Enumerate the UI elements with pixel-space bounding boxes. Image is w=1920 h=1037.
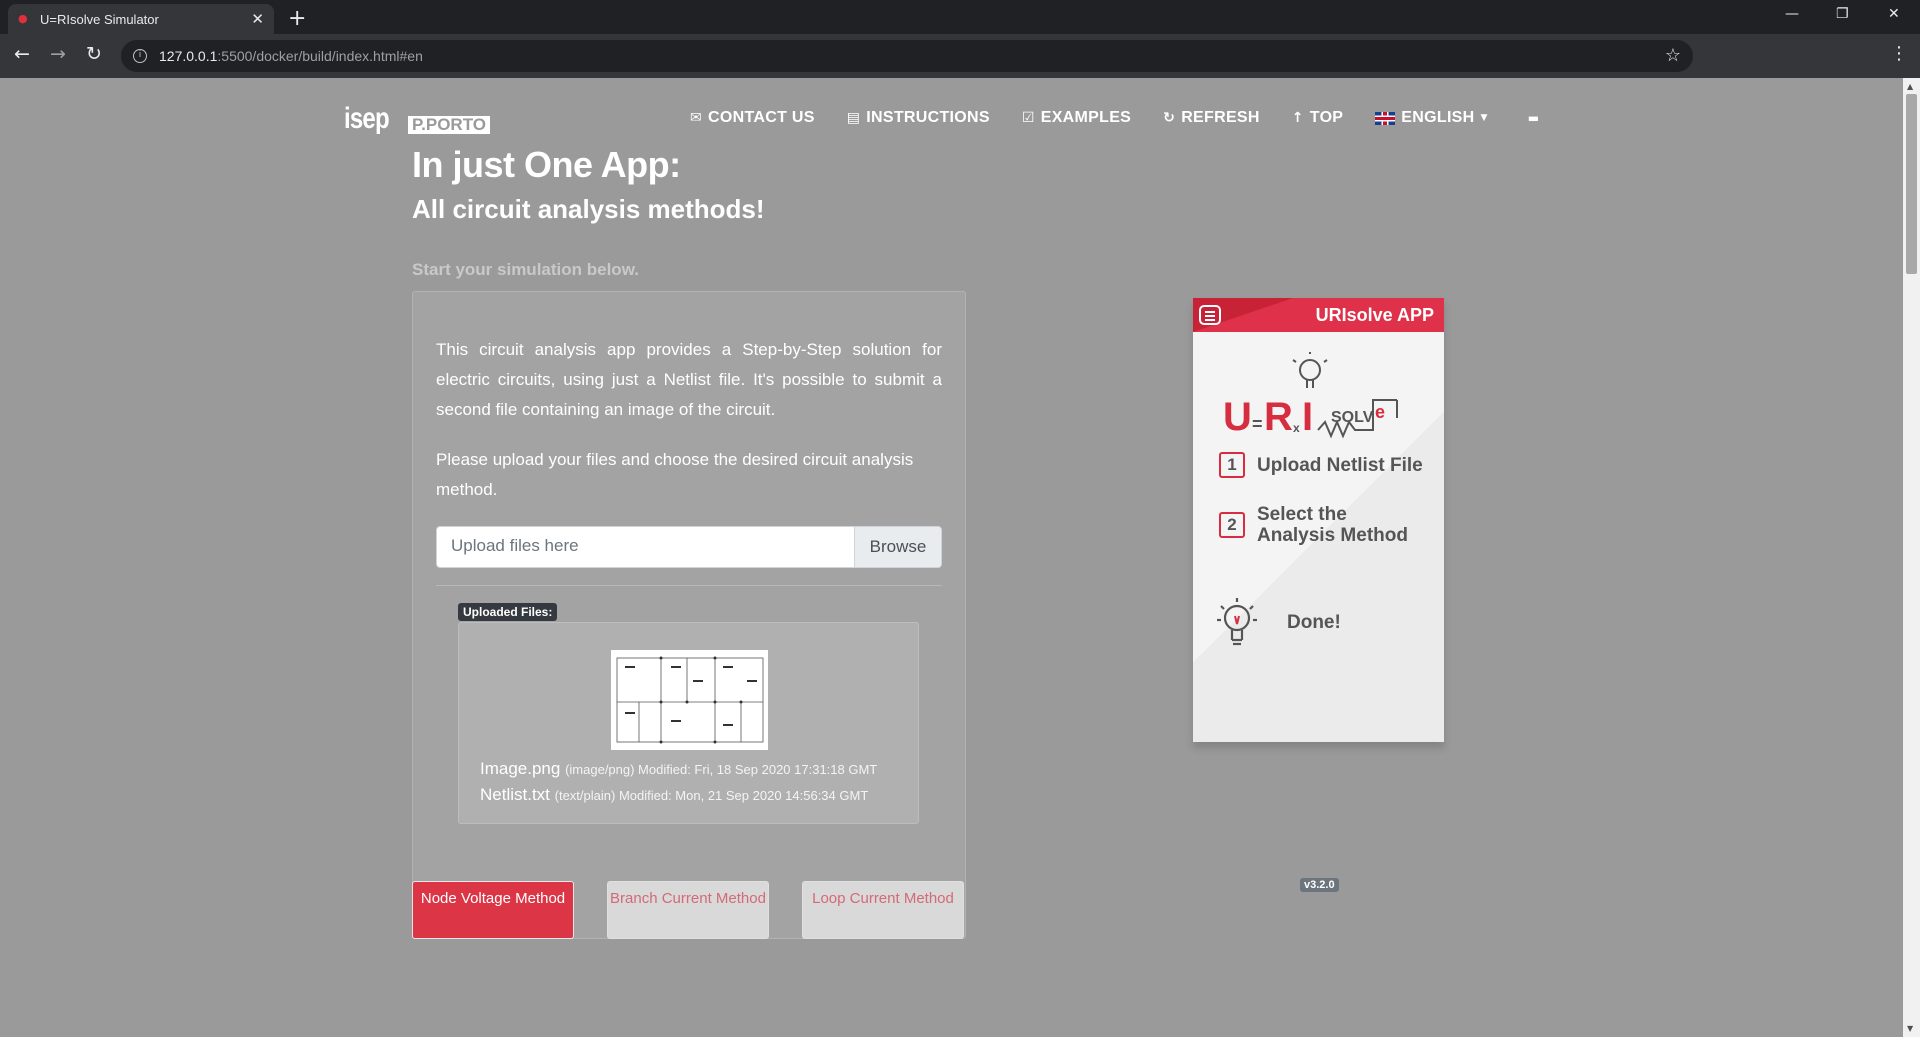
svg-text:e: e [1375,402,1385,422]
page-title: In just One App: [412,144,681,185]
close-window-icon[interactable]: ✕ [1888,6,1900,22]
app-preview-phone: URIsolve APP U = R x I SOLV e 1 Upload N… [1193,298,1444,742]
svg-text:=: = [1252,414,1263,434]
address-bar[interactable]: i 127.0.0.1 :5500/docker/build/index.htm… [121,40,1693,72]
uploaded-files-badge: Uploaded Files: [458,603,558,621]
arrow-up-icon: ↑ [1291,110,1304,126]
svg-text:R: R [1264,395,1293,439]
main-nav: ✉ CONTACT US ▤ INSTRUCTIONS ☑ EXAMPLES ↻… [690,109,1539,127]
nav-top-label: TOP [1309,109,1344,126]
page-scrollbar[interactable]: ▲ ▼ [1903,78,1920,1037]
browser-tab-bar: ● U=RIsolve Simulator ✕ + — ❐ ✕ [0,0,1920,34]
back-icon[interactable]: ← [14,43,30,65]
step-number: 2 [1219,512,1245,538]
file-upload-input[interactable]: Upload files here Browse [436,526,942,568]
nav-instructions-label: INSTRUCTIONS [866,109,990,126]
url-path: :5500/docker/build/index.html#en [217,48,423,64]
urisolve-logo: U = R x I SOLV e [1223,352,1398,439]
file-name: Netlist.txt [480,785,550,804]
step-text: Select the Analysis Method [1257,504,1408,546]
app-description: This circuit analysis app provides a Ste… [436,340,942,419]
scroll-down-icon[interactable]: ▼ [1907,1024,1913,1033]
browser-toolbar: ← → ↻ i 127.0.0.1 :5500/docker/build/ind… [0,34,1920,78]
svg-text:SOLV: SOLV [1331,409,1374,426]
phone-body: U = R x I SOLV e 1 Upload Netlist File 2… [1193,332,1444,742]
page-content: isep P.PORTO ✉ CONTACT US ▤ INSTRUCTIONS… [0,78,1903,1037]
nav-instructions[interactable]: ▤ INSTRUCTIONS [847,109,990,127]
svg-text:I: I [1302,395,1313,439]
nav-examples[interactable]: ☑ EXAMPLES [1022,109,1131,127]
language-dropdown[interactable]: ENGLISH ▼ [1375,109,1487,127]
envelope-icon: ✉ [690,110,703,126]
restore-icon[interactable]: ❐ [1836,6,1849,22]
reload-icon[interactable]: ↻ [86,43,102,65]
phone-header: URIsolve APP [1193,298,1444,332]
branch-current-method-button[interactable]: Branch Current Method [607,881,769,939]
page-subtitle: All circuit analysis methods! [412,194,765,224]
browse-button[interactable]: Browse [854,527,941,567]
close-tab-icon[interactable]: ✕ [251,10,264,28]
node-voltage-method-button[interactable]: Node Voltage Method [412,881,574,939]
nav-refresh[interactable]: ↻ REFRESH [1163,109,1260,127]
language-label: ENGLISH [1401,109,1475,126]
book-icon: ▤ [846,110,861,126]
nav-refresh-label: REFRESH [1181,109,1260,126]
step-number: 1 [1219,452,1245,478]
svg-text:x: x [1293,421,1300,435]
lightbulb-icon [1217,598,1257,646]
file-meta: (text/plain) Modified: Mon, 21 Sep 2020 … [554,788,869,803]
upload-placeholder[interactable]: Upload files here [437,527,854,567]
porto-logo[interactable]: P.PORTO [408,116,491,134]
menu-icon [1199,305,1221,325]
site-info-icon[interactable]: i [133,49,147,63]
nav-contact-us[interactable]: ✉ CONTACT US [690,109,815,127]
minimize-icon[interactable]: — [1785,6,1799,22]
step-text: Done! [1287,611,1341,633]
url-host: 127.0.0.1 [159,48,218,64]
uploaded-files-panel: Image.png (image/png) Modified: Fri, 18 … [458,622,919,824]
redo-icon: ↻ [1163,110,1176,126]
start-hint: Start your simulation below. [412,260,640,279]
divider [436,585,942,586]
browser-tab[interactable]: ● U=RIsolve Simulator ✕ [8,4,274,34]
phone-step-3: Done! [1215,594,1341,650]
simulation-card: This circuit analysis app provides a Ste… [412,291,966,939]
theme-toggle[interactable]: ▬ [1528,109,1540,127]
step-text: Upload Netlist File [1257,454,1423,476]
svg-text:U: U [1223,395,1252,439]
uk-flag-icon [1375,111,1396,125]
file-meta: (image/png) Modified: Fri, 18 Sep 2020 1… [565,762,878,777]
isep-logo[interactable]: isep [344,102,390,136]
version-badge: v3.2.0 [1300,878,1339,892]
favicon-icon: ● [18,12,28,25]
phone-step-2: 2 Select the Analysis Method [1219,504,1427,546]
nav-examples-label: EXAMPLES [1040,109,1132,126]
clipboard-check-icon: ☑ [1021,110,1035,126]
tab-title: U=RIsolve Simulator [40,11,159,27]
bookmark-star-icon[interactable]: ☆ [1665,45,1681,66]
lightbulb-icon: ▬ [1527,111,1540,125]
phone-step-1: 1 Upload Netlist File [1219,452,1423,478]
phone-title: URIsolve APP [1315,305,1434,325]
forward-icon[interactable]: → [50,43,66,65]
file-name: Image.png [480,759,561,778]
caret-down-icon: ▼ [1480,113,1488,123]
uploaded-file-row: Netlist.txt (text/plain) Modified: Mon, … [480,785,868,805]
new-tab-icon[interactable]: + [288,6,306,31]
nav-contact-label: CONTACT US [708,109,815,126]
scroll-up-icon[interactable]: ▲ [1907,82,1913,91]
uploaded-file-row: Image.png (image/png) Modified: Fri, 18 … [480,759,877,779]
loop-current-method-button[interactable]: Loop Current Method [802,881,964,939]
circuit-image-thumbnail[interactable] [611,650,768,750]
nav-top[interactable]: ↑ TOP [1292,109,1344,127]
browser-menu-icon[interactable]: ⋮ [1890,43,1908,64]
scrollbar-thumb[interactable] [1906,94,1917,274]
upload-instruction: Please upload your files and choose the … [436,450,914,499]
